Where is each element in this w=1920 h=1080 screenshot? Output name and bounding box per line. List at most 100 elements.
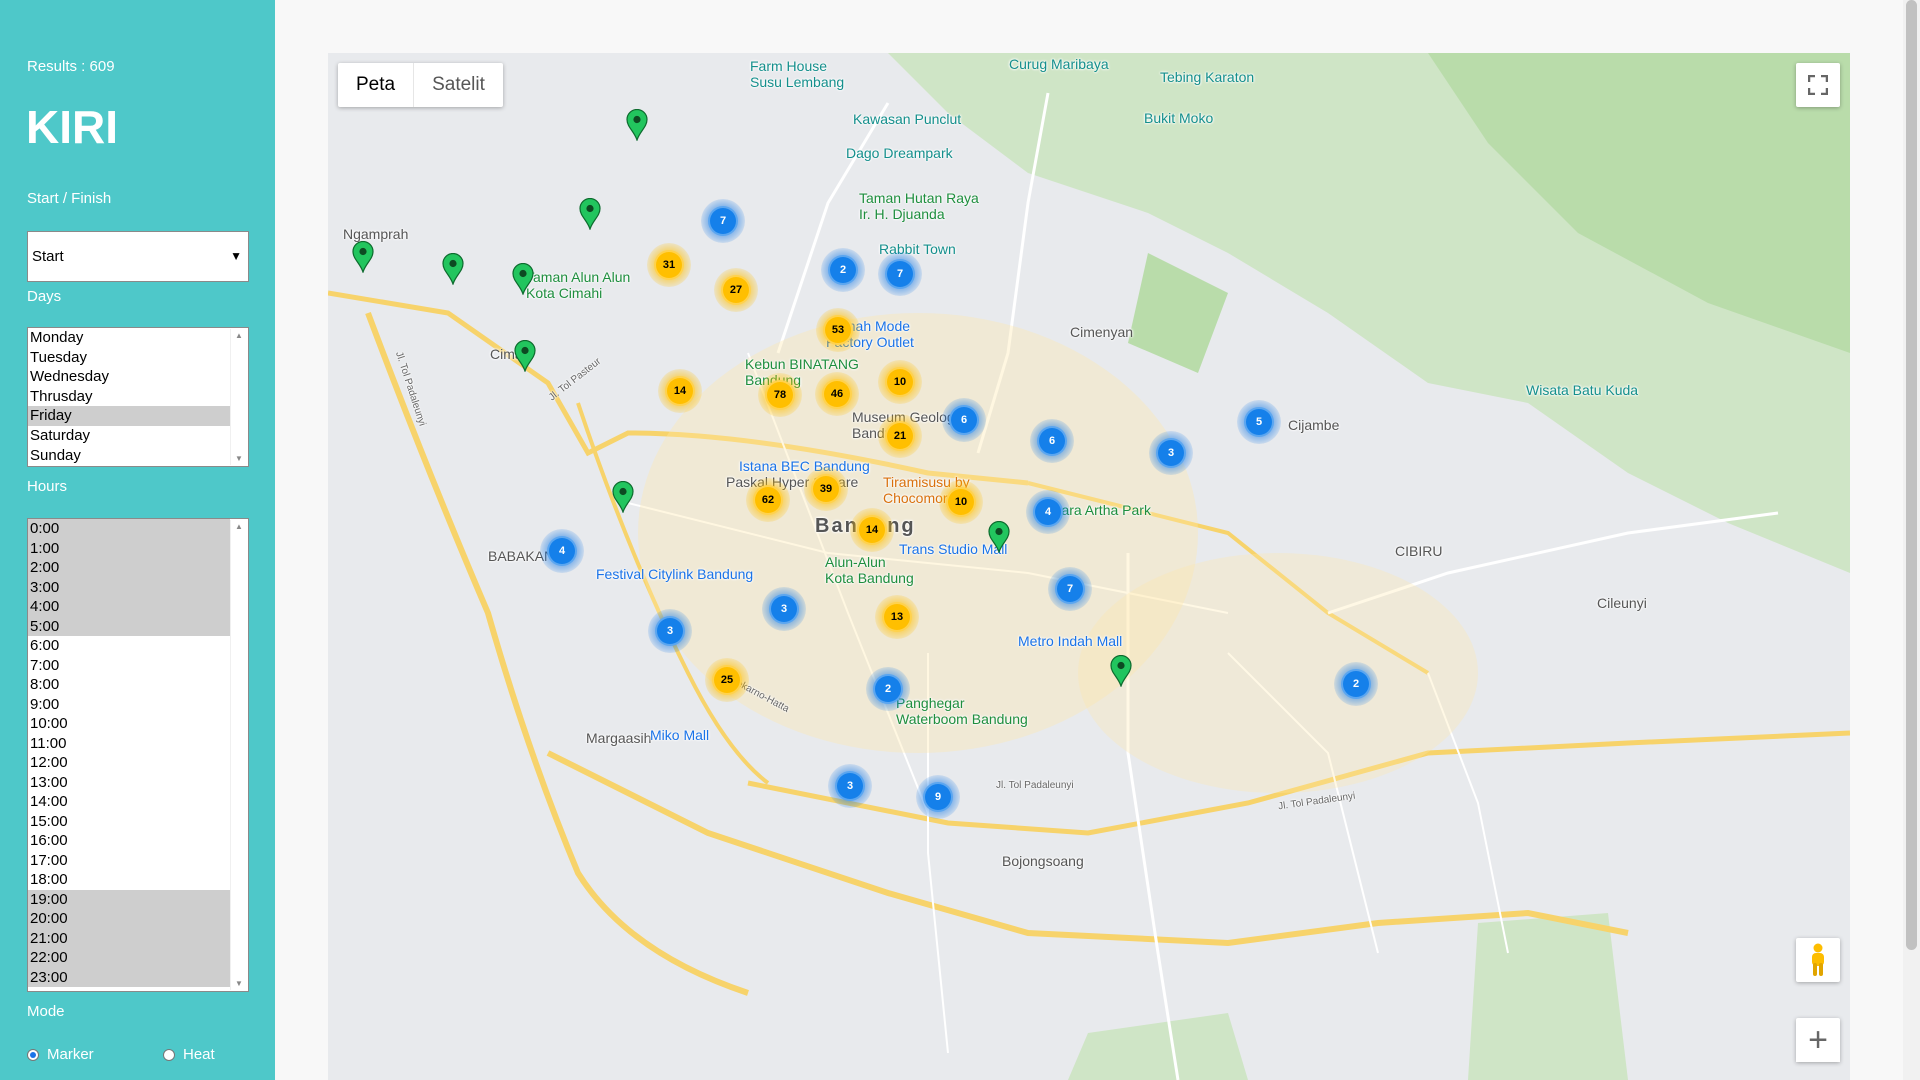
cluster-count: 6 <box>949 405 979 435</box>
hour-option[interactable]: 12:00 <box>28 753 230 773</box>
mode-radio-marker[interactable]: Marker <box>27 1046 94 1063</box>
marker-cluster[interactable]: 3 <box>648 609 692 653</box>
hour-option[interactable]: 0:00 <box>28 519 230 539</box>
marker-cluster[interactable]: 14 <box>658 369 702 413</box>
marker-cluster[interactable]: 14 <box>850 508 894 552</box>
hour-option[interactable]: 10:00 <box>28 714 230 734</box>
hour-option[interactable]: 7:00 <box>28 656 230 676</box>
marker-cluster[interactable]: 6 <box>1030 419 1074 463</box>
hour-option[interactable]: 9:00 <box>28 695 230 715</box>
marker-cluster[interactable]: 4 <box>540 529 584 573</box>
hour-option[interactable]: 15:00 <box>28 812 230 832</box>
marker-cluster[interactable]: 13 <box>875 595 919 639</box>
day-option[interactable]: Wednesday <box>28 367 230 387</box>
start-finish-select[interactable]: Start ▼ <box>27 231 249 282</box>
street-view-button[interactable] <box>1796 938 1840 982</box>
map-canvas[interactable]: Farm House Susu Lembang Curug Maribaya Tebi… <box>328 53 1850 1080</box>
location-pin-icon[interactable] <box>514 339 536 373</box>
marker-cluster[interactable]: 9 <box>916 775 960 819</box>
hour-option[interactable]: 19:00 <box>28 889 230 909</box>
location-pin-icon[interactable] <box>579 197 601 231</box>
marker-cluster[interactable]: 31 <box>647 243 691 287</box>
marker-cluster[interactable]: 53 <box>816 308 860 352</box>
marker-cluster[interactable]: 10 <box>939 480 983 524</box>
days-listbox[interactable]: Monday Tuesday Wednesday Thrusday Friday Satu… <box>27 327 249 467</box>
zoom-in-button[interactable]: + <box>1796 1018 1840 1062</box>
location-pin-icon[interactable] <box>442 252 464 286</box>
location-pin-icon[interactable] <box>1110 654 1132 688</box>
marker-cluster[interactable]: 7 <box>701 199 745 243</box>
marker-cluster[interactable]: 7 <box>1048 567 1092 611</box>
scroll-up-icon[interactable]: ▲ <box>231 522 247 531</box>
marker-cluster[interactable]: 2 <box>866 667 910 711</box>
hour-option[interactable]: 18:00 <box>28 870 230 890</box>
marker-cluster[interactable]: 46 <box>815 372 859 416</box>
place-label: Bukit Moko <box>1144 110 1214 126</box>
day-option[interactable]: Monday <box>28 328 230 348</box>
scroll-up-icon[interactable]: ▲ <box>231 331 247 340</box>
hour-option[interactable]: 11:00 <box>28 734 230 754</box>
day-option[interactable]: Friday <box>28 406 230 426</box>
location-pin-icon[interactable] <box>352 240 374 274</box>
hour-option[interactable]: 1:00 <box>28 538 230 558</box>
hours-listbox[interactable]: 0:00 1:00 2:00 3:00 4:00 5:00 6:00 7:00 8:00 9:00… <box>27 518 249 992</box>
map-type-control[interactable]: Peta Satelit <box>338 63 503 107</box>
hour-option[interactable]: 16:00 <box>28 831 230 851</box>
day-option[interactable]: Sunday <box>28 446 230 466</box>
hour-option[interactable]: 20:00 <box>28 909 230 929</box>
marker-cluster[interactable]: 3 <box>762 587 806 631</box>
marker-cluster[interactable]: 21 <box>878 414 922 458</box>
location-pin-icon[interactable] <box>612 480 634 514</box>
day-option[interactable]: Tuesday <box>28 348 230 368</box>
radio-checked-icon <box>27 1048 39 1061</box>
page-scrollbar[interactable] <box>1903 0 1920 1080</box>
marker-cluster[interactable]: 5 <box>1237 400 1281 444</box>
hour-option[interactable]: 14:00 <box>28 792 230 812</box>
map-type-satelit-button[interactable]: Satelit <box>414 63 503 107</box>
hour-option[interactable]: 23:00 <box>28 967 230 987</box>
marker-cluster[interactable]: 62 <box>746 478 790 522</box>
mode-radio-heat[interactable]: Heat <box>163 1046 215 1063</box>
location-pin-icon[interactable] <box>512 262 534 296</box>
hour-option[interactable]: 5:00 <box>28 616 230 636</box>
hour-option[interactable]: 21:00 <box>28 928 230 948</box>
hour-option[interactable]: 3:00 <box>28 577 230 597</box>
scroll-down-icon[interactable]: ▼ <box>231 979 247 988</box>
fullscreen-button[interactable] <box>1796 63 1840 107</box>
days-scrollbar[interactable]: ▲ ▼ <box>230 329 247 465</box>
chevron-down-icon: ▼ <box>230 249 242 263</box>
hour-option[interactable]: 17:00 <box>28 851 230 871</box>
hour-option[interactable]: 2:00 <box>28 558 230 578</box>
cluster-count: 6 <box>1037 426 1067 456</box>
marker-cluster[interactable]: 2 <box>821 248 865 292</box>
day-option[interactable]: Saturday <box>28 426 230 446</box>
cluster-count: 14 <box>857 515 887 545</box>
place-label: Taman Hutan Raya Ir. H. Djuanda <box>859 190 979 222</box>
place-label: Alun-Alun Kota Bandung <box>825 554 914 586</box>
cluster-count: 14 <box>665 376 695 406</box>
place-label: Tebing Karaton <box>1160 69 1255 85</box>
marker-cluster[interactable]: 3 <box>828 764 872 808</box>
page-scrollbar-thumb[interactable] <box>1906 0 1917 950</box>
scroll-down-icon[interactable]: ▼ <box>231 454 247 463</box>
hour-option[interactable]: 4:00 <box>28 597 230 617</box>
marker-cluster[interactable]: 7 <box>878 252 922 296</box>
map-type-peta-button[interactable]: Peta <box>338 63 415 107</box>
hours-scrollbar[interactable]: ▲ ▼ <box>230 520 247 990</box>
marker-cluster[interactable]: 25 <box>705 658 749 702</box>
hour-option[interactable]: 6:00 <box>28 636 230 656</box>
marker-cluster[interactable]: 2 <box>1334 662 1378 706</box>
marker-cluster[interactable]: 78 <box>758 373 802 417</box>
hour-option[interactable]: 8:00 <box>28 675 230 695</box>
day-option[interactable]: Thrusday <box>28 387 230 407</box>
marker-cluster[interactable]: 39 <box>804 467 848 511</box>
location-pin-icon[interactable] <box>626 108 648 142</box>
marker-cluster[interactable]: 27 <box>714 268 758 312</box>
hour-option[interactable]: 22:00 <box>28 948 230 968</box>
marker-cluster[interactable]: 4 <box>1026 490 1070 534</box>
marker-cluster[interactable]: 3 <box>1149 431 1193 475</box>
location-pin-icon[interactable] <box>988 520 1010 554</box>
hour-option[interactable]: 13:00 <box>28 773 230 793</box>
marker-cluster[interactable]: 6 <box>942 398 986 442</box>
marker-cluster[interactable]: 10 <box>878 360 922 404</box>
